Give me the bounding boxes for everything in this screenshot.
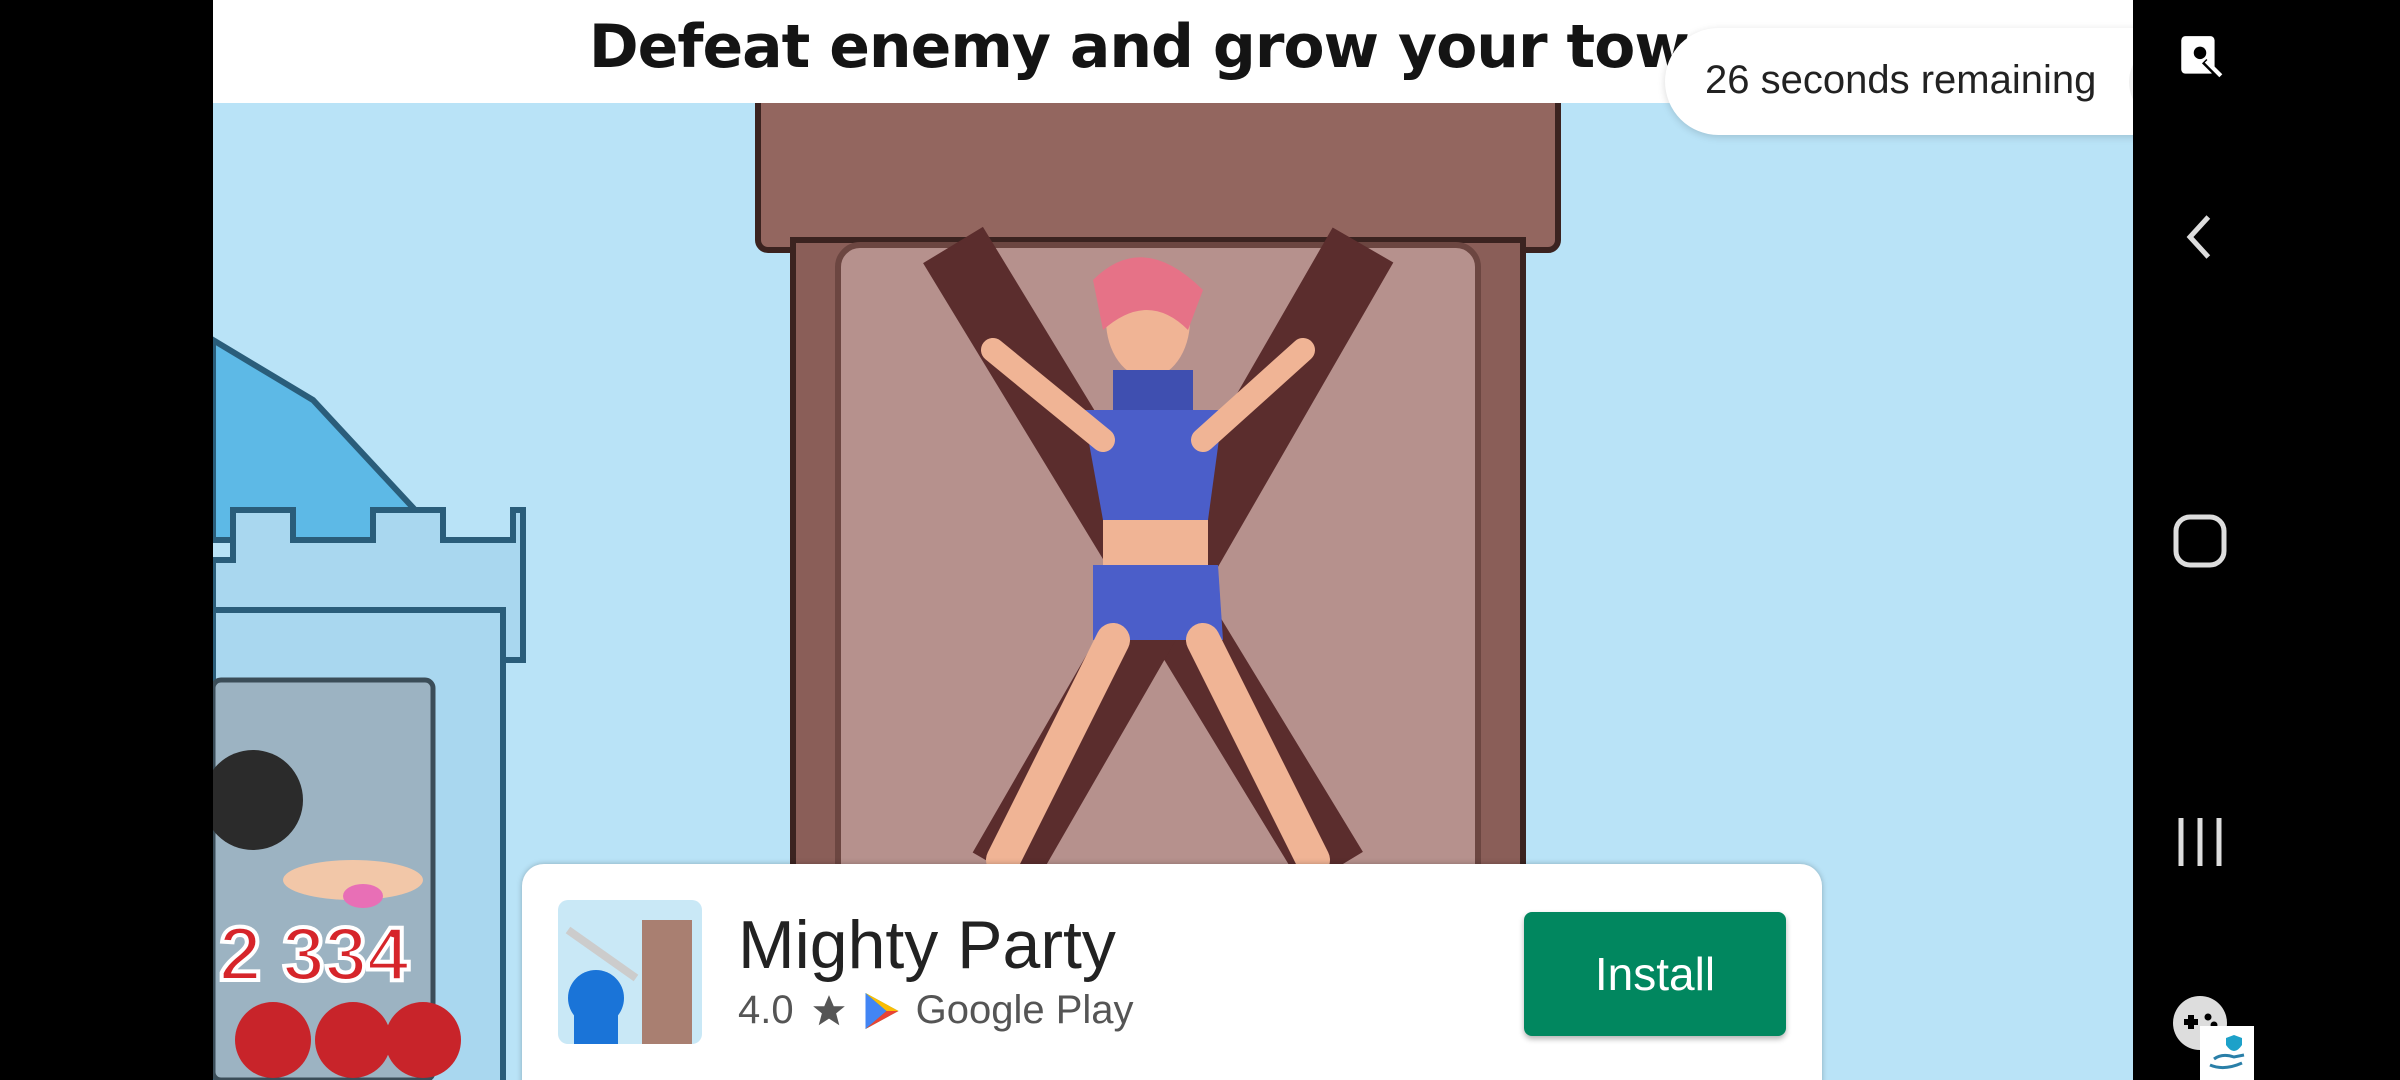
- ad-choices-icon: [2209, 1035, 2245, 1070]
- mute-button[interactable]: [213, 52, 220, 132]
- app-meta: 4.0 Google Play: [738, 988, 1134, 1033]
- store-name: Google Play: [915, 988, 1134, 1032]
- recents-icon: [2178, 818, 2222, 866]
- install-button[interactable]: Install: [1524, 912, 1786, 1036]
- screen-record-icon: [2181, 36, 2223, 78]
- screen-record-button[interactable]: [2167, 24, 2233, 90]
- google-play-icon: [865, 992, 899, 1029]
- system-navigation-bar: [2133, 0, 2400, 1080]
- ad-choices-badge[interactable]: [2200, 1026, 2254, 1080]
- back-button[interactable]: [2167, 204, 2233, 270]
- star-icon: [812, 994, 845, 1025]
- app-name: Mighty Party: [738, 907, 1116, 983]
- home-icon: [2173, 514, 2227, 568]
- countdown-pill: 26 seconds remaining: [1665, 28, 2133, 135]
- app-rating: 4.0: [738, 988, 794, 1032]
- app-install-card[interactable]: Mighty Party 4.0 Google Play Install: [522, 864, 1822, 1080]
- score-counter: 2 334: [219, 912, 409, 997]
- countdown-text: 26 seconds remaining: [1705, 58, 2097, 102]
- ad-stage[interactable]: 2 334 Defeat enemy and grow your tower 2…: [213, 0, 2133, 1080]
- back-icon: [2186, 215, 2211, 259]
- recents-button[interactable]: [2163, 805, 2237, 879]
- app-icon[interactable]: [558, 900, 702, 1044]
- home-button[interactable]: [2163, 504, 2237, 578]
